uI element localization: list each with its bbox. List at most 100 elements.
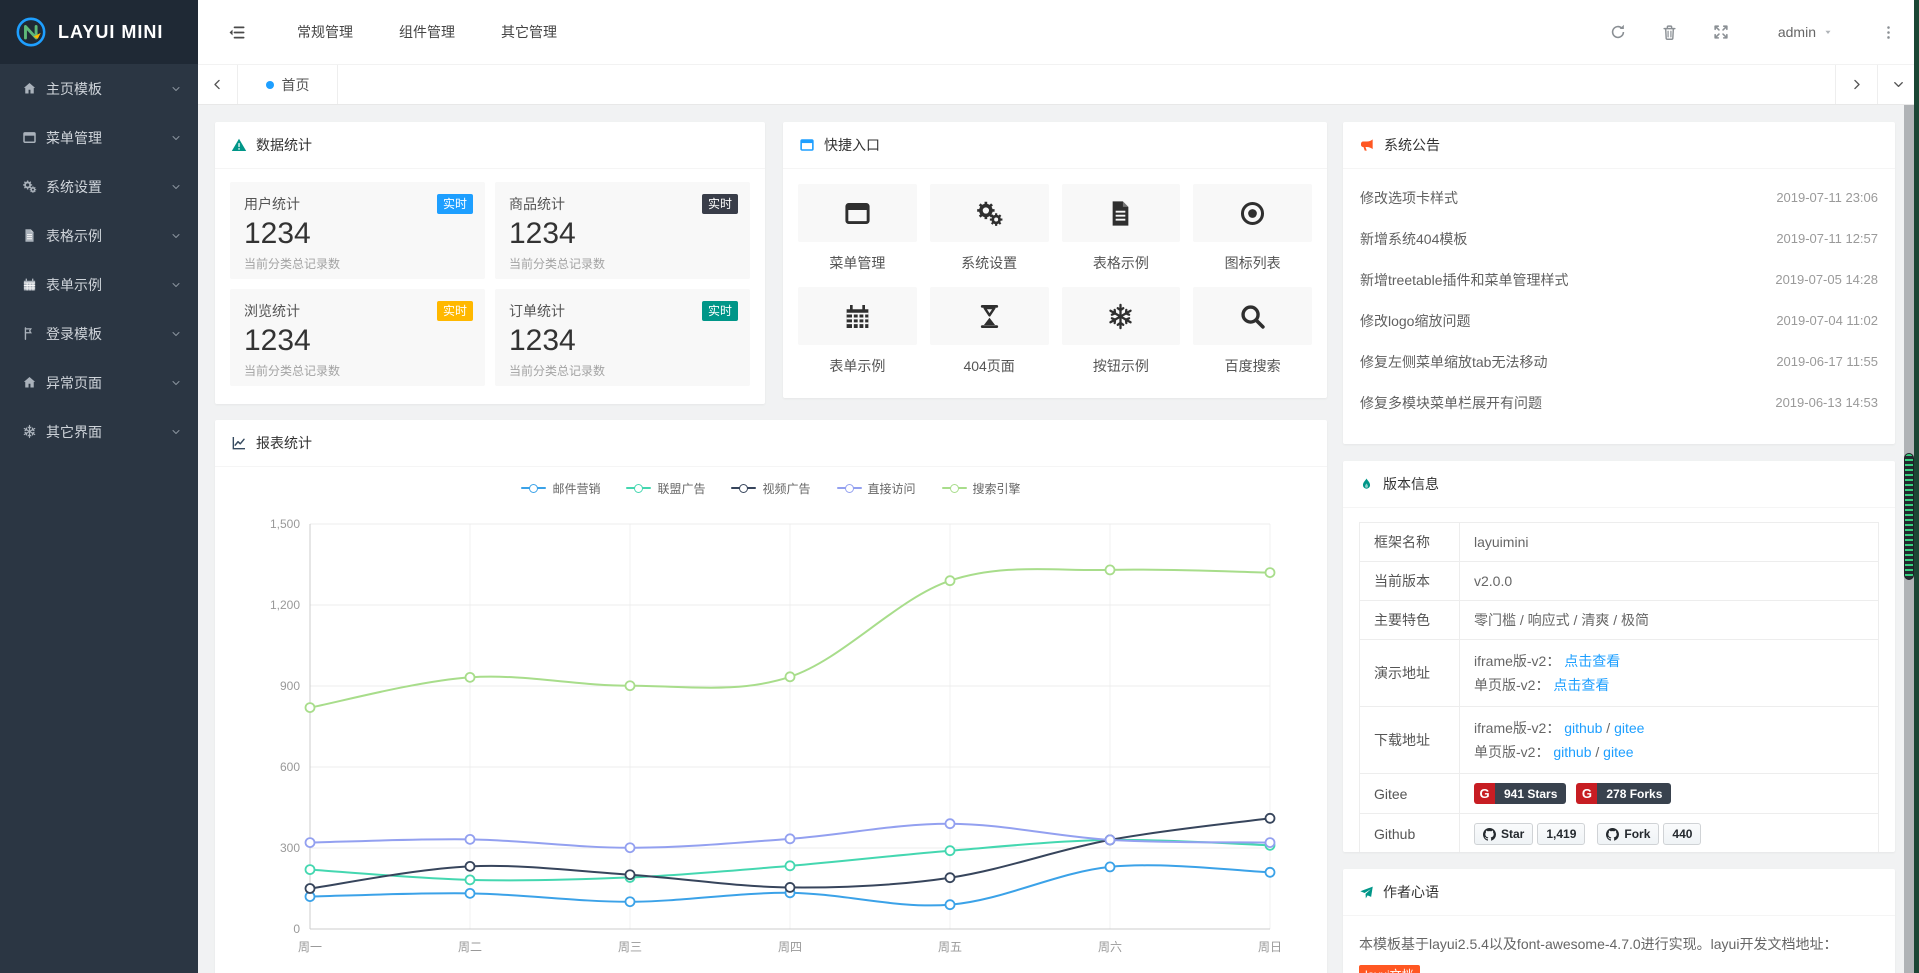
shortcut-item[interactable]: 图标列表 <box>1193 184 1312 273</box>
sidebar-item[interactable]: 异常页面 <box>0 358 198 407</box>
shortcut-item[interactable]: 404页面 <box>930 287 1049 376</box>
shortcut-label: 百度搜索 <box>1193 356 1312 376</box>
sidebar-item-label: 其它界面 <box>46 422 170 442</box>
tab-options-button[interactable] <box>1877 65 1919 104</box>
line-chart-icon <box>231 435 247 451</box>
menu-toggle-icon <box>227 23 246 42</box>
tab-scroll-right-button[interactable] <box>1835 65 1877 104</box>
github-count-button[interactable]: 440 <box>1663 823 1701 845</box>
sidebar-item-icon <box>22 375 37 390</box>
sidebar-item[interactable]: 菜单管理 <box>0 113 198 162</box>
window-edge-strip <box>1914 0 1919 973</box>
list-item[interactable]: 修复多模块菜单栏展开有问题 2019-06-13 14:53 <box>1343 382 1895 423</box>
bullhorn-icon <box>1359 137 1375 153</box>
stat-card-value: 1234 <box>244 217 471 251</box>
sidebar-item-icon <box>22 179 37 194</box>
list-item[interactable]: 修改logo缩放问题 2019-07-04 11:02 <box>1343 300 1895 341</box>
scrollbar-thumb[interactable] <box>1904 453 1914 580</box>
sidebar-item[interactable]: 主页模板 <box>0 64 198 113</box>
sidebar-toggle-button[interactable] <box>198 0 274 64</box>
gitee-logo: G <box>1474 783 1495 804</box>
layui-docs-badge[interactable]: layui文档 <box>1359 965 1420 973</box>
sidebar-item[interactable]: 表单示例 <box>0 260 198 309</box>
svg-text:周五: 周五 <box>938 940 962 954</box>
shortcut-icon-box <box>930 287 1049 345</box>
logo-text: LAYUI MINI <box>58 22 163 43</box>
shortcut-label: 表格示例 <box>1062 253 1181 273</box>
tab-scroll-left-button[interactable] <box>198 65 238 104</box>
shortcut-item[interactable]: 表单示例 <box>798 287 917 376</box>
sidebar-item[interactable]: 其它界面 <box>0 407 198 456</box>
stat-card-value: 1234 <box>509 217 736 251</box>
sidebar-item[interactable]: 系统设置 <box>0 162 198 211</box>
chevron-down-icon <box>170 328 182 340</box>
demo-link-iframe[interactable]: 点击查看 <box>1564 653 1620 669</box>
gitee-badge[interactable]: G 278 Forks <box>1576 783 1671 804</box>
panel-quick-entry: 快捷入口 菜单管理 系统设置 表格示例 <box>783 122 1327 398</box>
sidebar-item-icon <box>22 277 37 292</box>
top-nav-item[interactable]: 常规管理 <box>274 0 376 64</box>
list-item[interactable]: 修改选项卡样式 2019-07-11 23:06 <box>1343 177 1895 218</box>
more-options-icon[interactable] <box>1880 24 1897 41</box>
demo-link-spa[interactable]: 点击查看 <box>1553 677 1609 693</box>
caret-down-icon <box>1822 26 1834 38</box>
shortcut-label: 图标列表 <box>1193 253 1312 273</box>
panel-title: 数据统计 <box>256 135 312 155</box>
svg-text:1,200: 1,200 <box>270 598 300 612</box>
shortcut-icon <box>843 302 872 331</box>
announcement-list: 修改选项卡样式 2019-07-11 23:06 新增系统404模板 2019-… <box>1343 169 1895 423</box>
svg-text:300: 300 <box>280 841 300 855</box>
download-link-github[interactable]: github <box>1553 744 1591 760</box>
sidebar-item[interactable]: 表格示例 <box>0 211 198 260</box>
top-nav-item[interactable]: 组件管理 <box>376 0 478 64</box>
announcement-date: 2019-06-17 11:55 <box>1776 354 1878 369</box>
download-link-gitee[interactable]: gitee <box>1614 720 1644 736</box>
download-link-github[interactable]: github <box>1564 720 1602 736</box>
chevron-down-icon <box>170 279 182 291</box>
shortcut-label: 按钮示例 <box>1062 356 1181 376</box>
stat-card-value: 1234 <box>244 324 471 358</box>
shortcut-item[interactable]: 百度搜索 <box>1193 287 1312 376</box>
tab-home[interactable]: 首页 <box>238 65 338 104</box>
svg-text:周三: 周三 <box>618 940 642 954</box>
panel-header: 系统公告 <box>1343 122 1895 169</box>
logo-icon <box>14 15 48 49</box>
announcement-text: 修改logo缩放问题 <box>1360 311 1470 331</box>
top-nav-item[interactable]: 其它管理 <box>478 0 580 64</box>
status-badge: 实时 <box>702 194 738 214</box>
shortcut-item[interactable]: 表格示例 <box>1062 184 1181 273</box>
download-link-gitee[interactable]: gitee <box>1603 744 1633 760</box>
warning-triangle-icon <box>231 137 247 153</box>
shortcut-icon <box>1238 302 1267 331</box>
shortcut-item[interactable]: 按钮示例 <box>1062 287 1181 376</box>
chevron-right-icon <box>1849 77 1864 92</box>
clear-cache-trash-icon[interactable] <box>1661 24 1678 41</box>
table-row: 当前版本v2.0.0 <box>1360 562 1879 601</box>
list-item[interactable]: 新增系统404模板 2019-07-11 12:57 <box>1343 218 1895 259</box>
github-action-button[interactable]: Star <box>1474 823 1533 845</box>
github-count-button[interactable]: 1,419 <box>1537 823 1585 845</box>
sidebar-item-label: 异常页面 <box>46 373 170 393</box>
announcement-text: 新增系统404模板 <box>1360 229 1467 249</box>
gitee-badge[interactable]: G 941 Stars <box>1474 783 1566 804</box>
shortcut-label: 表单示例 <box>798 356 917 376</box>
sidebar-item[interactable]: 登录模板 <box>0 309 198 358</box>
panel-title: 快捷入口 <box>824 135 880 155</box>
report-chart-container: 周一周二周三周四周五周六周日03006009001,2001,500 <box>215 492 1327 973</box>
sidebar-menu: 主页模板 菜单管理 系统设置 表格示例 表单示例 登录模板 异常页面 <box>0 64 198 456</box>
shortcut-icon-box <box>798 184 917 242</box>
list-item[interactable]: 修复左侧菜单缩放tab无法移动 2019-06-17 11:55 <box>1343 341 1895 382</box>
announcement-date: 2019-06-13 14:53 <box>1775 395 1878 410</box>
user-dropdown[interactable]: admin <box>1778 24 1834 40</box>
fullscreen-icon[interactable] <box>1712 23 1730 41</box>
shortcut-item[interactable]: 系统设置 <box>930 184 1049 273</box>
sidebar-item-icon <box>22 130 37 145</box>
github-action-button[interactable]: Fork <box>1597 823 1659 845</box>
gitee-logo: G <box>1576 783 1597 804</box>
list-item[interactable]: 新增treetable插件和菜单管理样式 2019-07-05 14:28 <box>1343 259 1895 300</box>
refresh-icon[interactable] <box>1609 23 1627 41</box>
shortcut-item[interactable]: 菜单管理 <box>798 184 917 273</box>
tab-bar: 首页 <box>198 64 1919 105</box>
shortcut-icon <box>1106 199 1135 228</box>
sidebar-item-icon <box>22 326 37 341</box>
